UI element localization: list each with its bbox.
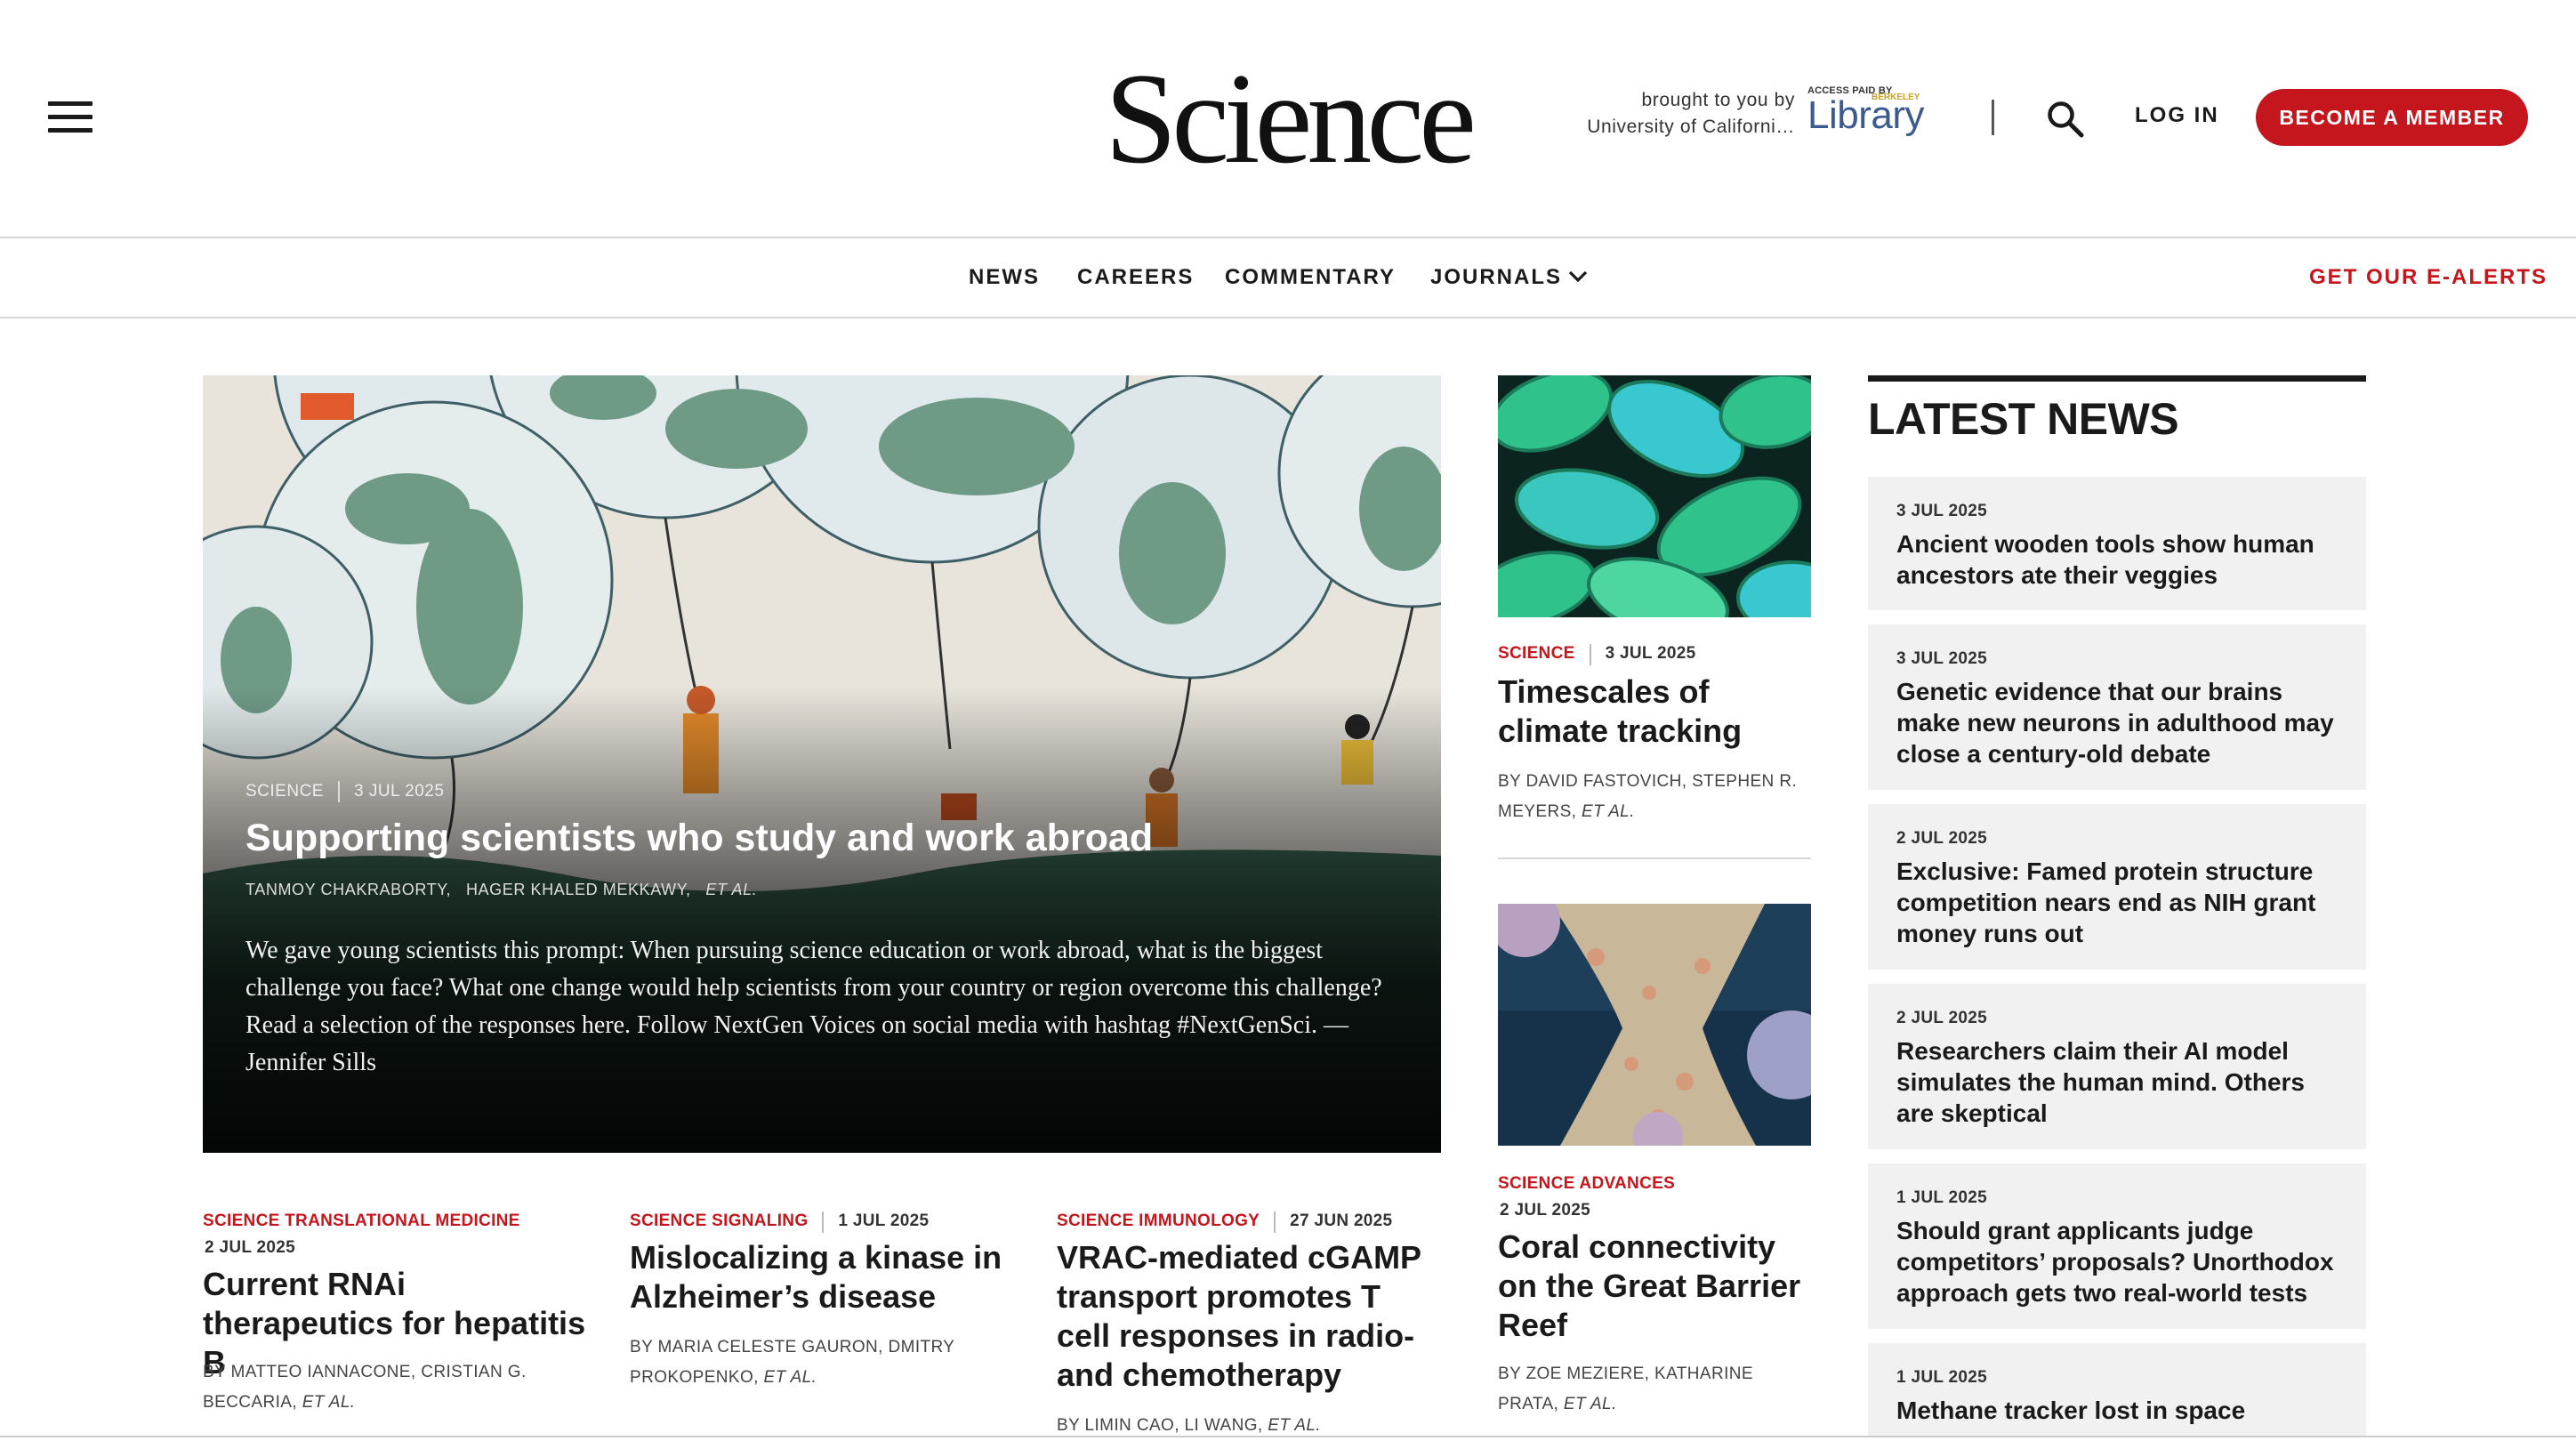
news-date: 2 JUL 2025 xyxy=(1896,1009,1987,1027)
hero-description: We gave young scientists this prompt: Wh… xyxy=(246,937,1382,1076)
card-kicker[interactable]: SCIENCE TRANSLATIONAL MEDICINE xyxy=(203,1212,520,1231)
byline-authors[interactable]: BY MATTEO IANNACONE, CRISTIAN G. BECCARI… xyxy=(203,1363,527,1412)
author[interactable]: HAGER KHALED MEKKAWY, xyxy=(466,881,691,898)
chevron-down-icon[interactable] xyxy=(1567,266,1589,287)
hero-title[interactable]: Supporting scientists who study and work… xyxy=(246,815,1402,861)
latest-news-item[interactable]: 2 JUL 2025 Exclusive: Famed protein stru… xyxy=(1868,804,2366,970)
hero-feature[interactable]: SCIENCE 3 JUL 2025 Supporting scientists … xyxy=(203,375,1441,1153)
library-logo: ACCESS PAID BY BERKELEY Library xyxy=(1807,85,1950,148)
latest-news-item[interactable]: 1 JUL 2025 Should grant applicants judge… xyxy=(1868,1163,2366,1329)
brought-to-you-label: brought to you by xyxy=(1641,90,1795,110)
search-icon[interactable] xyxy=(2046,100,2085,139)
et-al: ET AL. xyxy=(1582,802,1635,821)
news-date: 1 JUL 2025 xyxy=(1896,1368,1987,1387)
latest-news-item[interactable]: 1 JUL 2025 Methane tracker lost in space xyxy=(1868,1343,2366,1436)
meta-separator xyxy=(822,1212,825,1233)
et-al: ET AL. xyxy=(1268,1416,1322,1435)
card-meta: SCIENCE IMMUNOLOGY 27 JUN 2025 xyxy=(1057,1212,1392,1233)
card-kicker[interactable]: SCIENCE SIGNALING xyxy=(630,1212,808,1230)
card-byline: BY ZOE MEZIERE, KATHARINE PRATA, ET AL. xyxy=(1498,1359,1811,1420)
site-logo[interactable]: Science xyxy=(1101,52,1477,185)
news-date: 1 JUL 2025 xyxy=(1896,1188,1987,1207)
card-divider xyxy=(1498,857,1811,859)
meta-separator xyxy=(1589,644,1591,665)
byline-authors[interactable]: BY ZOE MEZIERE, KATHARINE PRATA, xyxy=(1498,1365,1753,1413)
news-date: 3 JUL 2025 xyxy=(1896,649,1987,668)
et-al: ET AL. xyxy=(1563,1395,1617,1413)
byline-authors[interactable]: BY DAVID FASTOVICH, STEPHEN R. MEYERS, xyxy=(1498,772,1797,821)
news-title[interactable]: Genetic evidence that our brains make ne… xyxy=(1896,676,2341,769)
hero-authors: TANMOY CHAKRABORTY, HAGER KHALED MEKKAWY… xyxy=(246,881,757,899)
card-kicker[interactable]: SCIENCE ADVANCES xyxy=(1498,1174,1675,1194)
latest-news-item[interactable]: 3 JUL 2025 Genetic evidence that our bra… xyxy=(1868,624,2366,790)
hamburger-menu-icon[interactable] xyxy=(48,101,93,133)
email-alerts-link[interactable]: GET OUR E-ALERTS xyxy=(2309,265,2548,290)
news-date: 3 JUL 2025 xyxy=(1896,502,1987,520)
main-nav: NEWS CAREERS COMMENTARY JOURNALS GET OUR… xyxy=(0,237,2576,318)
card-title[interactable]: Timescales of climate tracking xyxy=(1498,672,1811,751)
nav-news[interactable]: NEWS xyxy=(969,265,1040,290)
card-kicker[interactable]: SCIENCE xyxy=(1498,644,1575,663)
et-al: ET AL. xyxy=(763,1368,817,1387)
news-title[interactable]: Researchers claim their AI model simulat… xyxy=(1896,1035,2341,1129)
card-byline: BY DAVID FASTOVICH, STEPHEN R. MEYERS, E… xyxy=(1498,767,1811,827)
site-header: Science brought to you by University of … xyxy=(0,0,2576,238)
news-date: 2 JUL 2025 xyxy=(1896,829,1987,848)
library-sub-label: BERKELEY xyxy=(1872,93,1920,102)
card-title[interactable]: Coral connectivity on the Great Barrier … xyxy=(1498,1228,1811,1345)
meta-separator xyxy=(1274,1212,1276,1233)
card-date: 27 JUN 2025 xyxy=(1290,1212,1393,1231)
institution-access-text: brought to you by University of Californ… xyxy=(1548,87,1795,141)
become-member-button[interactable]: BECOME A MEMBER xyxy=(2256,89,2528,146)
hero-date: 3 JUL 2025 xyxy=(353,782,445,801)
card-title[interactable]: VRAC-mediated cGAMP transport promotes T… xyxy=(1057,1238,1441,1395)
card-date: 3 JUL 2025 xyxy=(1605,644,1696,664)
news-title[interactable]: Exclusive: Famed protein structure compe… xyxy=(1896,856,2341,949)
meta-separator xyxy=(337,781,340,802)
hero-meta: SCIENCE 3 JUL 2025 xyxy=(246,781,444,802)
card-date: 2 JUL 2025 xyxy=(205,1238,295,1257)
coral-thumbnail[interactable] xyxy=(1498,904,1811,1146)
nav-careers[interactable]: CAREERS xyxy=(1077,265,1194,290)
latest-news-rule xyxy=(1868,375,2366,382)
login-link[interactable]: LOG IN xyxy=(2135,103,2219,128)
card-byline: BY MATTEO IANNACONE, CRISTIAN G. BECCARI… xyxy=(203,1357,576,1418)
card-byline: BY MARIA CELESTE GAURON, DMITRY PROKOPEN… xyxy=(630,1332,1003,1393)
nav-commentary[interactable]: COMMENTARY xyxy=(1225,265,1396,290)
card-meta: SCIENCE 3 JUL 2025 xyxy=(1498,644,1696,665)
hero-kicker[interactable]: SCIENCE xyxy=(246,782,324,801)
card-date: 2 JUL 2025 xyxy=(1500,1201,1590,1220)
header-divider xyxy=(1992,100,1994,135)
et-al: ET AL. xyxy=(302,1393,356,1412)
latest-news-item[interactable]: 3 JUL 2025 Ancient wooden tools show hum… xyxy=(1868,477,2366,610)
institution-name: University of Californi… xyxy=(1587,117,1795,137)
news-title[interactable]: Ancient wooden tools show human ancestor… xyxy=(1896,528,2341,591)
et-al: ET AL. xyxy=(705,881,758,898)
card-meta: SCIENCE SIGNALING 1 JUL 2025 xyxy=(630,1212,929,1233)
card-title[interactable]: Mislocalizing a kinase in Alzheimer’s di… xyxy=(630,1238,1021,1316)
latest-news-heading: LATEST NEWS xyxy=(1868,394,2179,444)
news-title[interactable]: Should grant applicants judge competitor… xyxy=(1896,1215,2341,1308)
card-date: 1 JUL 2025 xyxy=(838,1212,930,1231)
nav-journals[interactable]: JOURNALS xyxy=(1430,265,1562,290)
latest-news-item[interactable]: 2 JUL 2025 Researchers claim their AI mo… xyxy=(1868,984,2366,1149)
card-kicker[interactable]: SCIENCE IMMUNOLOGY xyxy=(1057,1212,1260,1230)
byline-authors[interactable]: BY LIMIN CAO, LI WANG, xyxy=(1057,1416,1263,1435)
author[interactable]: TANMOY CHAKRABORTY, xyxy=(246,881,451,898)
pollen-thumbnail[interactable] xyxy=(1498,375,1811,617)
news-title[interactable]: Methane tracker lost in space xyxy=(1896,1395,2341,1426)
